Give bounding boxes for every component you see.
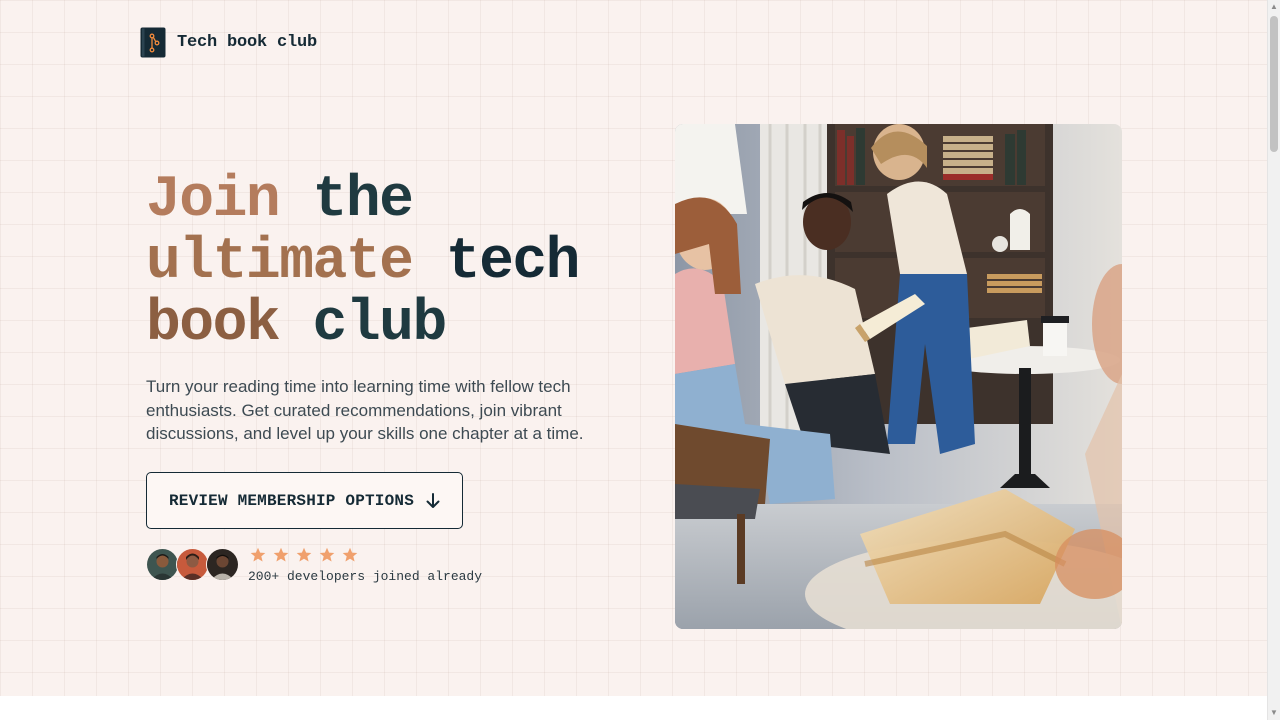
hero-title-line-2: ultimate tech (146, 232, 666, 294)
avatar (206, 548, 239, 581)
brand-name: Tech book club (177, 33, 318, 52)
star-icon (319, 547, 335, 562)
member-avatars (146, 548, 239, 581)
next-section-edge (0, 696, 1268, 720)
scroll-down-arrow-icon[interactable]: ▼ (1268, 706, 1280, 720)
arrow-down-icon (426, 492, 440, 508)
hero-title-dark-word: tech (445, 230, 581, 295)
review-membership-button[interactable]: REVIEW MEMBERSHIP OPTIONS (146, 472, 463, 529)
hero-title-warm-word: ultimate (146, 230, 414, 295)
hero-title-line-1: Join the (146, 170, 666, 232)
star-icon (342, 547, 358, 562)
avatar (146, 548, 179, 581)
hero-title-dark-word: club (312, 292, 448, 357)
star-icon (273, 547, 289, 562)
site-logo[interactable]: Tech book club (140, 27, 317, 58)
hero-title: Join the ultimate tech book club (146, 170, 666, 356)
cta-label: REVIEW MEMBERSHIP OPTIONS (168, 491, 415, 510)
scroll-thumb[interactable] (1270, 16, 1278, 152)
group-reading-photo (675, 124, 1122, 629)
hero-title-dark-word: the (312, 168, 414, 233)
hero-title-line-3: book club (146, 294, 666, 356)
book-icon (140, 27, 166, 58)
hero-description: Turn your reading time into learning tim… (146, 377, 584, 443)
hero-title-warm-word: Join (146, 168, 281, 233)
social-proof-text: 200+ developers joined already (248, 569, 483, 584)
scroll-up-arrow-icon[interactable]: ▲ (1268, 0, 1280, 14)
star-icon (296, 547, 312, 562)
hero-title-warm-word: book (146, 292, 281, 357)
rating-stars (250, 547, 358, 563)
page-scrollbar[interactable]: ▲ ▼ (1267, 0, 1280, 720)
avatar (176, 548, 209, 581)
star-icon (250, 547, 266, 562)
